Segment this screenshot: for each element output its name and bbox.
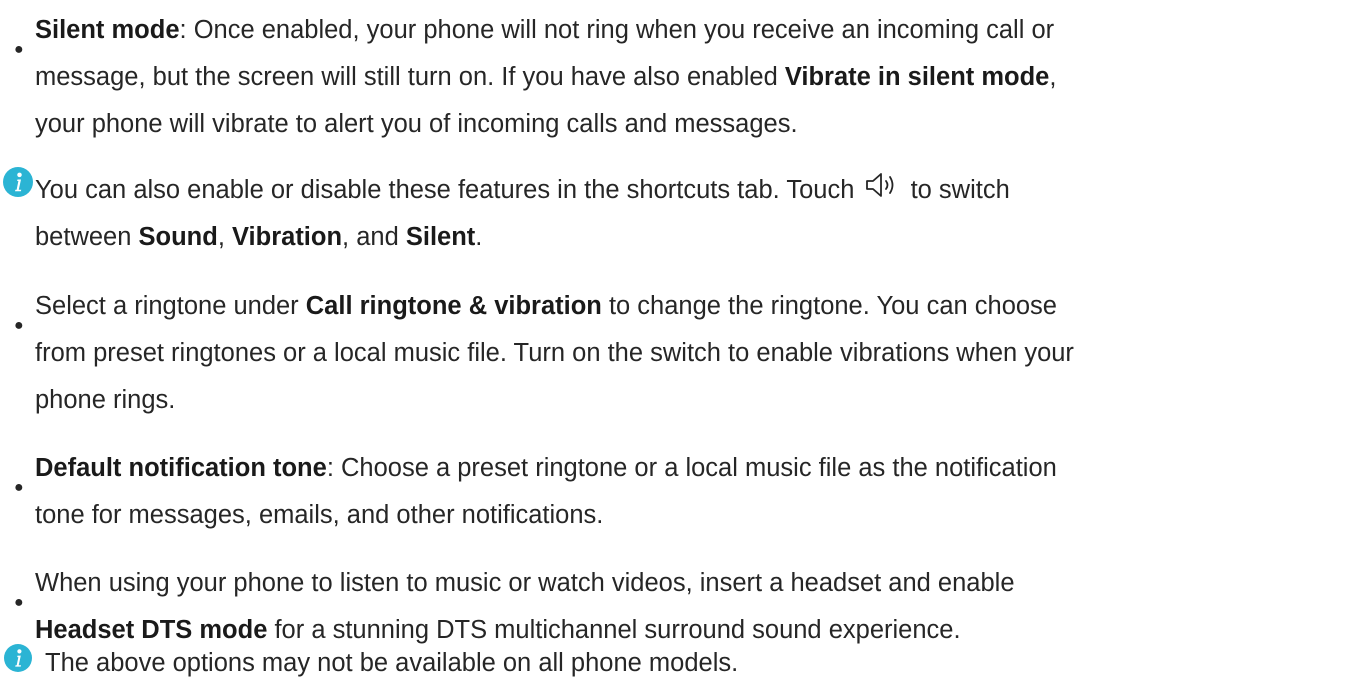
text-run: phone rings. xyxy=(35,386,176,414)
text-run: between xyxy=(35,223,139,251)
bullet-dot: ● xyxy=(14,317,24,334)
list-item-line: Default notification tone: Choose a pres… xyxy=(35,445,1057,492)
text-run: : Once enabled, your phone will not ring… xyxy=(179,16,1055,44)
note-line: The above options may not be available o… xyxy=(45,640,738,687)
text-run: message, but the screen will still turn … xyxy=(35,63,785,91)
list-item-line: When using your phone to listen to music… xyxy=(35,560,1015,607)
info-icon xyxy=(4,644,32,672)
list-item-line: your phone will vibrate to alert you of … xyxy=(35,101,798,148)
bullet-dot: ● xyxy=(14,41,24,58)
text-run: from preset ringtones or a local music f… xyxy=(35,339,1074,367)
text-run: , xyxy=(1049,63,1057,91)
text-run: When using your phone to listen to music… xyxy=(35,569,1015,597)
bold-term: Sound xyxy=(138,223,218,251)
text-run: tone for messages, emails, and other not… xyxy=(35,501,604,529)
bold-term: Vibration xyxy=(232,223,343,251)
list-item-line: tone for messages, emails, and other not… xyxy=(35,492,603,539)
text-run: The above options may not be available o… xyxy=(45,649,739,677)
text-run: You can also enable or disable these fea… xyxy=(35,176,862,204)
bold-term: Call ringtone & vibration xyxy=(305,292,602,320)
bold-term: Silent xyxy=(405,223,476,251)
text-run: to switch xyxy=(903,176,1010,204)
list-item-line: Select a ringtone under Call ringtone & … xyxy=(35,283,1057,330)
list-item-line: phone rings. xyxy=(35,377,175,424)
note-line: You can also enable or disable these fea… xyxy=(35,167,1010,214)
note-line: between Sound, Vibration, and Silent. xyxy=(35,214,482,261)
text-run: . xyxy=(475,223,483,251)
bullet-dot: ● xyxy=(14,594,24,611)
speaker-icon xyxy=(866,173,894,197)
text-run: , xyxy=(217,223,232,251)
bold-term: Vibrate in silent mode xyxy=(784,63,1050,91)
text-run: your phone will vibrate to alert you of … xyxy=(35,110,798,138)
bullet-dot: ● xyxy=(14,479,24,496)
text-run: Select a ringtone under xyxy=(35,292,306,320)
bold-term: Silent mode xyxy=(35,16,180,44)
list-item-line: from preset ringtones or a local music f… xyxy=(35,330,1074,377)
text-run: to change the ringtone. You can choose xyxy=(601,292,1057,320)
list-item-line: message, but the screen will still turn … xyxy=(35,54,1056,101)
text-run: , and xyxy=(342,223,406,251)
list-item-line: Silent mode: Once enabled, your phone wi… xyxy=(35,7,1054,54)
text-run: : Choose a preset ringtone or a local mu… xyxy=(326,454,1057,482)
bold-term: Default notification tone xyxy=(35,454,327,482)
info-icon xyxy=(3,167,33,197)
